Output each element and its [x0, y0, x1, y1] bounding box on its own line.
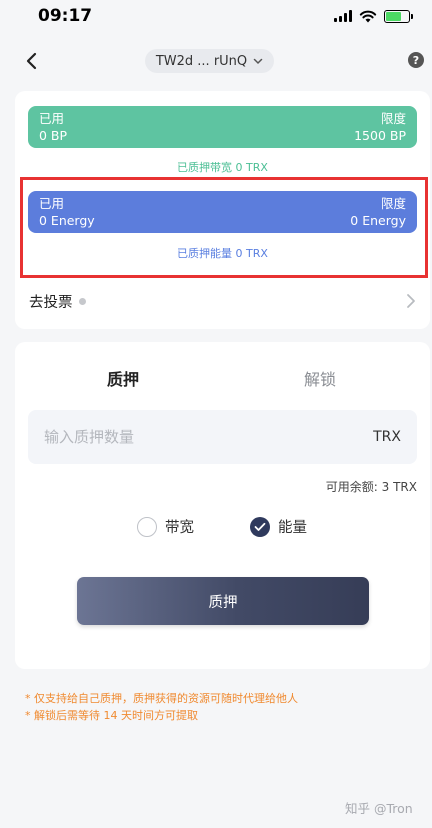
watermark: 知乎 @Tron	[345, 801, 413, 816]
amount-field[interactable]: TRX	[28, 410, 417, 464]
option-bandwidth-label: 带宽	[165, 520, 194, 536]
tab-unlock[interactable]: 解锁	[304, 366, 336, 390]
vote-label: 去投票	[29, 294, 73, 311]
option-energy[interactable]: 能量	[250, 516, 307, 537]
available-balance: 可用余额: 3 TRX	[325, 480, 417, 494]
account-address: TW2d ... rUnQ	[155, 53, 248, 69]
status-icons	[334, 9, 413, 23]
status-time: 09:17	[38, 6, 93, 26]
bandwidth-limit-value: 1500 BP	[354, 128, 406, 143]
status-bar: 09:17	[0, 0, 432, 32]
chevron-down-icon	[253, 58, 263, 64]
back-icon[interactable]	[22, 50, 42, 72]
notes: * 仅支持给自己质押，质押获得的资源可随时代理给他人 * 解锁后需等待 14 天…	[25, 690, 298, 724]
help-icon[interactable]: ?	[408, 52, 424, 68]
battery-icon	[384, 9, 413, 23]
chevron-right-icon	[407, 294, 415, 308]
checkmark-icon[interactable]	[250, 516, 270, 537]
option-energy-label: 能量	[278, 520, 307, 536]
bandwidth-bar: 已用 限度 0 BP 1500 BP	[28, 106, 417, 148]
wifi-icon	[359, 10, 377, 22]
radio-unchecked-icon[interactable]	[137, 516, 157, 537]
signal-icon	[334, 10, 352, 22]
note-line: * 仅支持给自己质押，质押获得的资源可随时代理给他人	[25, 692, 298, 705]
tab-stake[interactable]: 质押	[107, 366, 139, 390]
info-icon[interactable]	[78, 297, 86, 305]
bandwidth-frozen-text: 已质押带宽 0 TRX	[177, 161, 268, 174]
amount-input[interactable]	[44, 428, 294, 446]
energy-highlight-box	[20, 177, 428, 278]
bandwidth-used-label: 已用	[39, 111, 65, 126]
stake-button[interactable]: 质押	[77, 577, 369, 625]
vote-link[interactable]: 去投票	[15, 281, 430, 321]
amount-unit: TRX	[373, 429, 401, 445]
note-line: * 解锁后需等待 14 天时间方可提取	[25, 709, 198, 722]
option-bandwidth[interactable]: 带宽	[137, 516, 194, 537]
bandwidth-limit-label: 限度	[380, 111, 406, 126]
stake-card: 质押 解锁 TRX 可用余额: 3 TRX 带宽 能量 质押	[15, 342, 430, 669]
nav-bar: TW2d ... rUnQ ?	[0, 44, 432, 78]
account-selector[interactable]: TW2d ... rUnQ	[145, 49, 274, 73]
bandwidth-used-value: 0 BP	[39, 128, 68, 143]
